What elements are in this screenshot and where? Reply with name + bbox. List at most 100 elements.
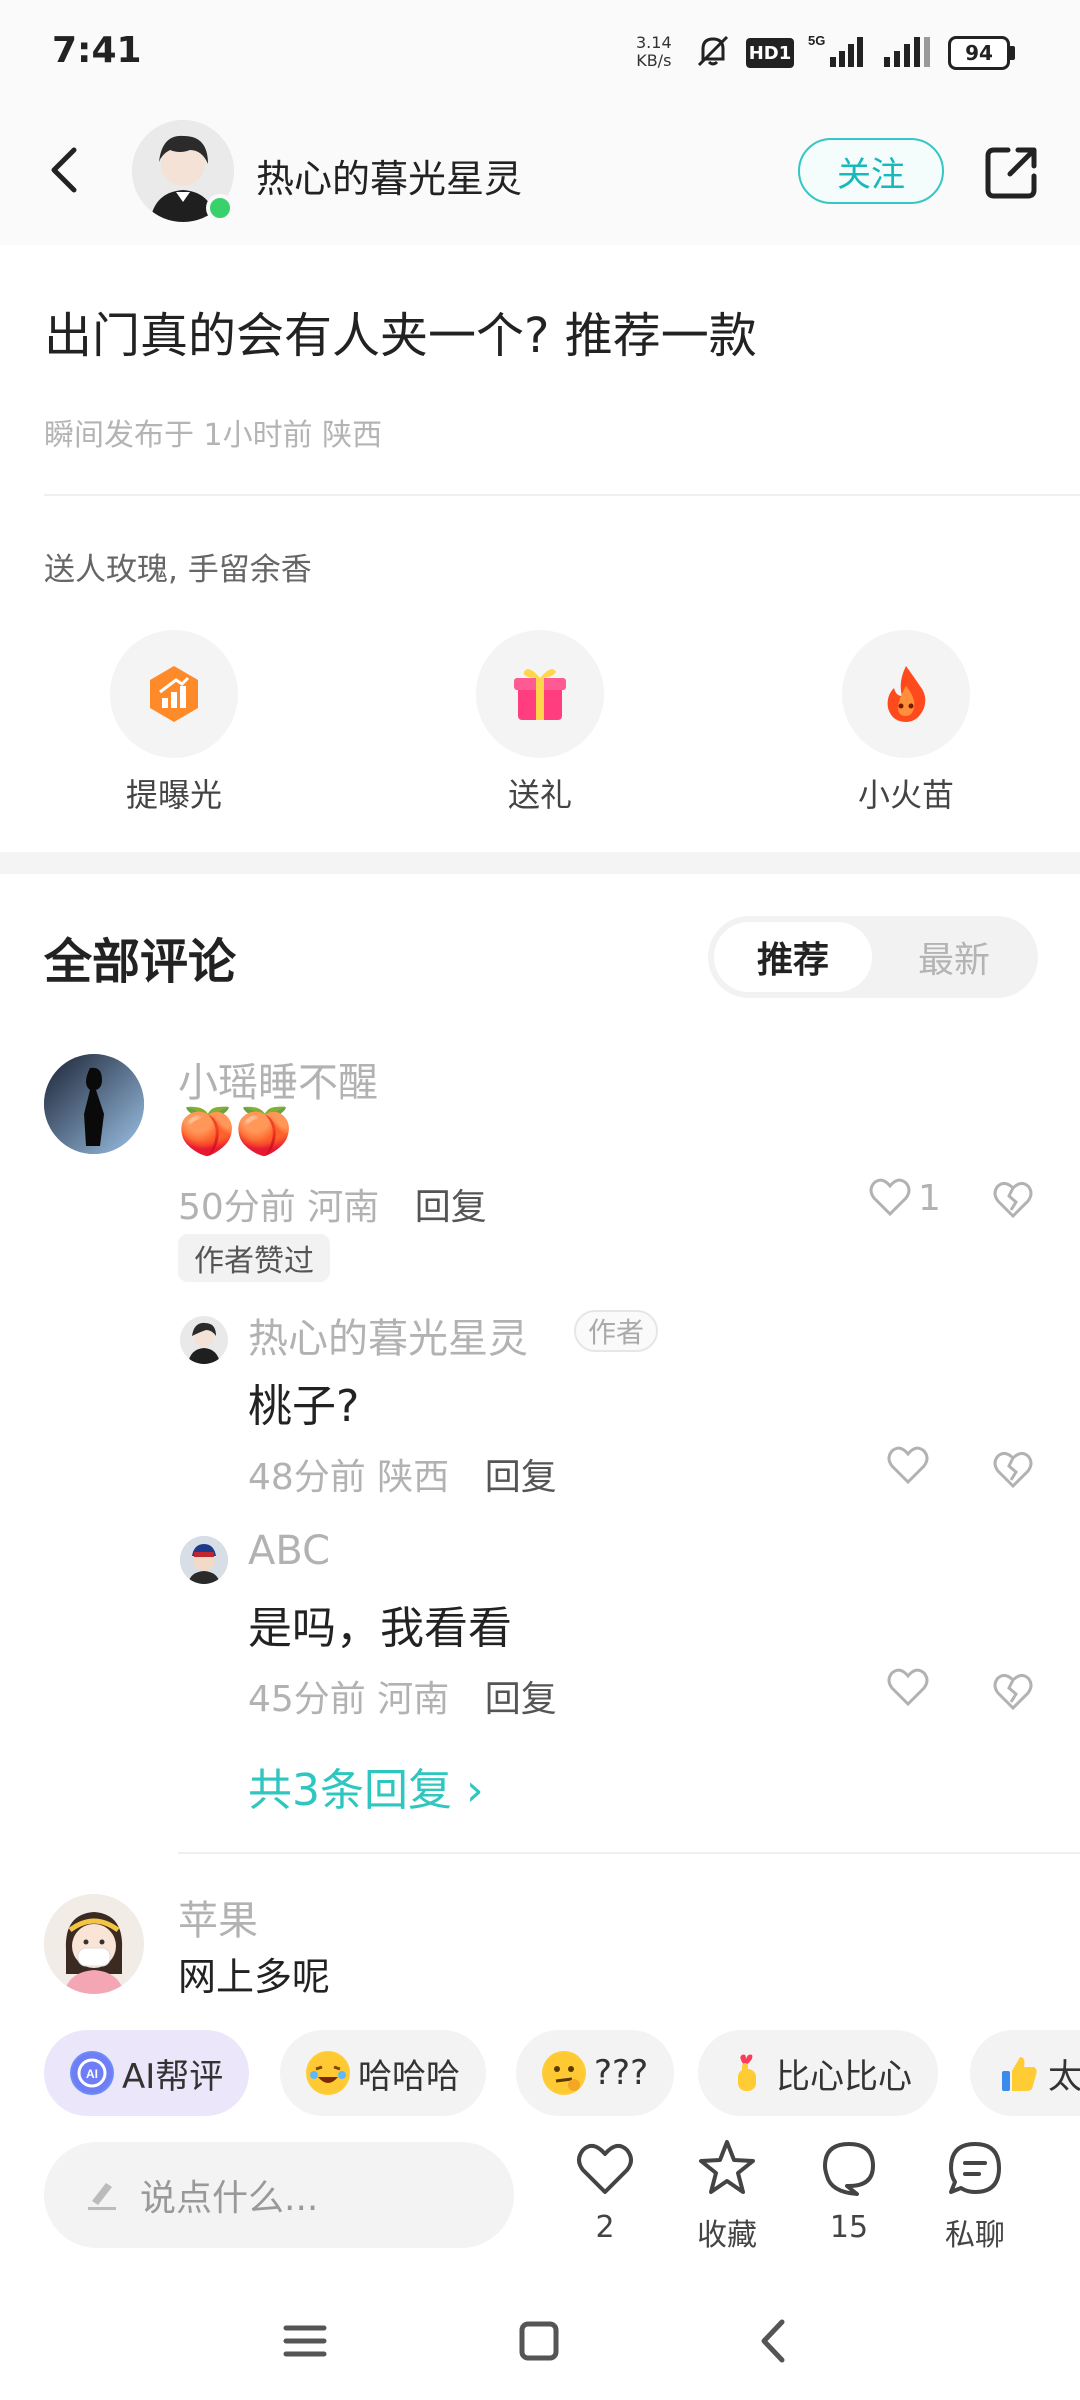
author-tag: 作者 [574, 1310, 659, 1352]
quick-reply-chip[interactable]: 太 [970, 2030, 1080, 2116]
divider [178, 1852, 1080, 1854]
favorite-button[interactable]: 收藏 [672, 2136, 782, 2256]
author-liked-badge: 作者赞过 [178, 1234, 330, 1282]
status-time: 7:41 [52, 30, 142, 71]
like-count: 1 [918, 1178, 941, 1219]
comment-input-placeholder: 说点什么... [140, 2178, 319, 2219]
thumbs-up-emoji-icon [996, 2051, 1040, 2095]
battery-indicator: 94 [948, 36, 1010, 70]
exposure-boost-button[interactable]: 提曝光 [74, 630, 274, 820]
reply-time: 48分前 [248, 1457, 366, 1498]
gift-label: 送礼 [507, 776, 572, 814]
commenter-name[interactable]: 小瑶睡不醒 [178, 1050, 378, 1108]
flame-icon [842, 630, 970, 758]
reply-avatar[interactable] [180, 1536, 228, 1584]
comment-input[interactable]: 说点什么... [44, 2142, 514, 2248]
follow-button[interactable]: 关注 [798, 138, 944, 204]
thinking-emoji-icon [542, 2051, 586, 2095]
chip-label: 太 [1048, 2056, 1080, 2097]
reply-button[interactable]: 回复 [415, 1187, 487, 1228]
reply-meta: 45分前 河南 回复 [248, 1670, 557, 1722]
comment-text: 🍑🍑 [178, 1104, 293, 1158]
gift-button[interactable]: 送礼 [440, 630, 640, 820]
comment-count: 15 [829, 2210, 869, 2245]
reply-location: 陕西 [377, 1457, 450, 1498]
author-name[interactable]: 热心的暮光星灵 [256, 148, 522, 203]
comment-location: 河南 [307, 1187, 380, 1228]
heart-icon[interactable] [866, 1172, 914, 1220]
chip-label: ??? [594, 2053, 649, 2093]
mute-bell-icon [690, 30, 736, 72]
chip-label: AI帮评 [122, 2056, 224, 2097]
back-arrow-icon[interactable] [36, 140, 96, 200]
ai-icon: AI [70, 2051, 114, 2095]
comment-text: 网上多呢 [178, 1955, 331, 1999]
like-count: 2 [595, 2210, 615, 2245]
sort-latest-tab[interactable]: 最新 [876, 922, 1032, 992]
reply-button[interactable]: 回复 [485, 1679, 557, 1720]
like-button[interactable]: 2 [550, 2136, 660, 2256]
network-speed-value: 3.14 [636, 33, 672, 52]
quick-reply-chip[interactable]: ??? [516, 2030, 675, 2116]
online-status-dot [206, 194, 234, 222]
broken-heart-icon[interactable] [990, 1668, 1036, 1714]
reply-author-name[interactable]: 热心的暮光星灵 [248, 1306, 528, 1364]
signal-icon [880, 30, 936, 72]
network-speed-unit: KB/s [636, 51, 672, 70]
chip-label: 哈哈哈 [358, 2056, 460, 2097]
reply-avatar[interactable] [180, 1316, 228, 1364]
heart-icon[interactable] [884, 1662, 932, 1710]
heart-icon [573, 2136, 637, 2200]
flame-label: 小火苗 [857, 776, 954, 814]
comment-button[interactable]: 15 [794, 2136, 904, 2256]
comments-title: 全部评论 [44, 934, 237, 990]
post-title: 出门真的会有人夹一个? 推荐一款 [44, 308, 757, 364]
network-speed: 3.14 KB/s [636, 34, 672, 70]
chat-icon [943, 2136, 1007, 2200]
broken-heart-icon[interactable] [990, 1176, 1036, 1222]
reply-text: 是吗，我看看 [248, 1603, 512, 1654]
ai-review-chip[interactable]: AI AI帮评 [44, 2030, 250, 2116]
reply-meta: 48分前 陕西 回复 [248, 1448, 557, 1500]
favorite-label: 收藏 [697, 2218, 757, 2253]
post-meta: 瞬间发布于 1小时前 陕西 [44, 418, 383, 453]
private-chat-label: 私聊 [945, 2218, 1005, 2253]
pencil-icon [84, 2175, 120, 2215]
quick-reply-chip[interactable]: 比心比心 [698, 2030, 938, 2116]
more-replies-link[interactable]: 共3条回复 › [248, 1754, 484, 1818]
gift-icon [476, 630, 604, 758]
exposure-boost-label: 提曝光 [125, 776, 222, 814]
chip-label: 比心比心 [776, 2056, 912, 2097]
comment-bubble-icon [817, 2136, 881, 2200]
star-icon [695, 2136, 759, 2200]
private-chat-button[interactable]: 私聊 [920, 2136, 1030, 2256]
reply-location: 河南 [377, 1679, 450, 1720]
commenter-name[interactable]: 苹果 [178, 1888, 258, 1946]
heart-icon[interactable] [884, 1440, 932, 1488]
comment-meta: 50分前 河南 回复 [178, 1178, 487, 1230]
divider [44, 494, 1080, 496]
svg-text:5G: 5G [808, 33, 825, 48]
svg-text:AI: AI [86, 2067, 98, 2081]
reply-button[interactable]: 回复 [485, 1457, 557, 1498]
comment-time: 50分前 [178, 1187, 296, 1228]
menu-icon[interactable] [270, 2306, 340, 2376]
battery-tip [1010, 46, 1015, 60]
broken-heart-icon[interactable] [990, 1446, 1036, 1492]
exposure-boost-icon [110, 630, 238, 758]
commenter-avatar[interactable] [44, 1894, 144, 1994]
home-icon[interactable] [504, 2306, 574, 2376]
gift-caption: 送人玫瑰, 手留余香 [44, 552, 312, 588]
flame-button[interactable]: 小火苗 [806, 630, 1006, 820]
share-icon[interactable] [980, 140, 1044, 204]
commenter-avatar[interactable] [44, 1054, 144, 1154]
nav-back-icon[interactable] [740, 2306, 810, 2376]
finger-heart-emoji-icon [724, 2051, 768, 2095]
reply-time: 45分前 [248, 1679, 366, 1720]
sort-recommended-tab[interactable]: 推荐 [714, 922, 872, 992]
laugh-emoji-icon [306, 2051, 350, 2095]
section-separator [0, 852, 1080, 874]
reply-author-name[interactable]: ABC [248, 1528, 330, 1574]
hd-badge: HD1 [746, 38, 794, 68]
quick-reply-chip[interactable]: 哈哈哈 [280, 2030, 486, 2116]
